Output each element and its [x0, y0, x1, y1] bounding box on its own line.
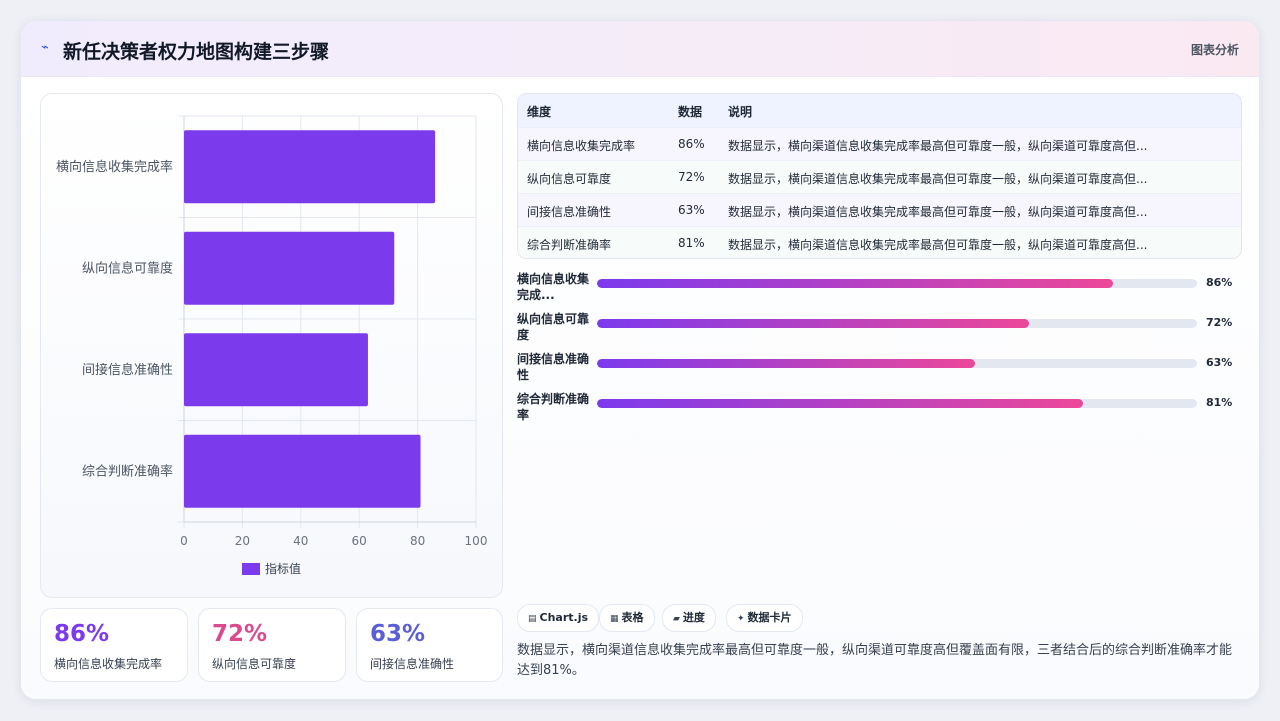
chip-table[interactable]: ▦ 表格 [599, 604, 655, 632]
legend-swatch [242, 563, 260, 575]
chip-progress[interactable]: ▰ 进度 [662, 604, 716, 632]
x-tick-label: 40 [293, 534, 308, 548]
progress-label: 横向信息收集完成... [517, 272, 590, 302]
table-cell: 数据显示，横向渠道信息收集完成率最高但可靠度一般，纵向渠道可靠度高但... [728, 205, 1148, 219]
card-header: ⌁ 新任决策者权力地图构建三步骤 图表分析 [21, 21, 1259, 77]
table-cell: 间接信息准确性 [527, 205, 612, 219]
x-tick-label: 60 [352, 534, 367, 548]
table-header-cell: 维度 [527, 105, 552, 119]
legend-label: 指标值 [265, 561, 301, 576]
table-cell: 纵向信息可靠度 [527, 172, 612, 186]
table-cell: 81% [678, 236, 705, 250]
x-tick-label: 100 [465, 534, 488, 548]
chip-label: 进度 [682, 611, 705, 624]
stat-value: 72% [212, 621, 268, 647]
progress-label: 纵向信息可靠度 [517, 312, 590, 342]
bar [184, 434, 421, 508]
table-cell: 数据显示，横向渠道信息收集完成率最高但可靠度一般，纵向渠道可靠度高但... [728, 238, 1148, 252]
stat-card-0: 86% 横向信息收集完成率 [40, 608, 188, 682]
stat-label: 横向信息收集完成率 [54, 657, 163, 671]
progress-row: 纵向信息可靠度 72% [517, 311, 1240, 347]
table-row: 间接信息准确性 63% 数据显示，横向渠道信息收集完成率最高但可靠度一般，纵向渠… [518, 193, 1241, 227]
progress-value: 63% [1206, 356, 1233, 369]
y-tick-label: 横向信息收集完成率 [56, 159, 173, 175]
progress-row: 间接信息准确性 63% [517, 351, 1240, 387]
progress-label: 综合判断准确率 [517, 392, 590, 422]
progress-icon: ▰ [673, 614, 680, 624]
table-row: 横向信息收集完成率 86% 数据显示，横向渠道信息收集完成率最高但可靠度一般，纵… [518, 127, 1241, 161]
table-header-cell: 数据 [678, 105, 703, 119]
chip-chartjs[interactable]: ▤ Chart.js [517, 604, 600, 632]
progress-row: 综合判断准确率 81% [517, 391, 1240, 427]
progress-row: 横向信息收集完成... 86% [517, 271, 1240, 307]
progress-track [597, 279, 1197, 288]
chip-label: 数据卡片 [747, 611, 792, 624]
dashboard-card: ⌁ 新任决策者权力地图构建三步骤 图表分析 0 20 40 60 80 100 横向信息收集… [20, 20, 1260, 700]
progress-value: 86% [1206, 276, 1233, 289]
y-tick-label: 综合判断准确率 [82, 463, 173, 479]
y-tick-label: 间接信息准确性 [82, 362, 173, 378]
table-header-row: 维度 数据 说明 [518, 94, 1241, 128]
table-cell: 86% [678, 137, 705, 151]
bar [184, 333, 368, 407]
table-header-cell: 说明 [728, 105, 753, 119]
pulse-icon: ⌁ [41, 40, 49, 55]
stat-value: 63% [370, 621, 426, 647]
progress-track [597, 359, 1197, 368]
progress-value: 81% [1206, 396, 1233, 409]
table-row: 综合判断准确率 81% 数据显示，横向渠道信息收集完成率最高但可靠度一般，纵向渠… [518, 226, 1241, 258]
y-tick-label: 纵向信息可靠度 [82, 260, 173, 276]
stat-value: 86% [54, 621, 110, 647]
chart-analysis-button[interactable]: 图表分析 [1191, 41, 1239, 58]
bar [184, 130, 436, 204]
stat-card-1: 72% 纵向信息可靠度 [198, 608, 346, 682]
chart-icon: ▤ [528, 614, 537, 624]
chip-data-cards[interactable]: ✦ 数据卡片 [726, 604, 803, 632]
progress-fill [597, 319, 1029, 328]
summary-text: 数据显示，横向渠道信息收集完成率最高但可靠度一般，纵向渠道可靠度高但覆盖面有限，… [517, 643, 1233, 678]
bar-chart: 0 20 40 60 80 100 横向信息收集完成率纵向信息可靠度间接信息准确性综合判断准… [56, 115, 488, 576]
chip-label: 表格 [621, 611, 644, 624]
progress-fill [597, 279, 1113, 288]
stat-card-2: 63% 间接信息准确性 [356, 608, 503, 682]
bar-chart-panel: 0 20 40 60 80 100 横向信息收集完成率纵向信息可靠度 间接信息准确性 综合判断准… [40, 93, 503, 598]
stat-label: 间接信息准确性 [370, 657, 455, 671]
table-cell: 数据显示，横向渠道信息收集完成率最高但可靠度一般，纵向渠道可靠度高但... [728, 139, 1148, 153]
table-cell: 横向信息收集完成率 [527, 139, 636, 153]
table-icon: ▦ [610, 614, 619, 624]
x-tick-label: 80 [410, 534, 425, 548]
table-cell: 63% [678, 203, 705, 217]
table-cell: 综合判断准确率 [527, 238, 612, 252]
data-table: 维度 数据 说明 横向信息收集完成率 86% 数据显示，横向渠道信息收集完成率最… [517, 93, 1242, 259]
progress-track [597, 399, 1197, 408]
page-title: 新任决策者权力地图构建三步骤 [63, 41, 330, 63]
x-tick-label: 0 [180, 534, 188, 548]
progress-fill [597, 359, 975, 368]
progress-fill [597, 399, 1083, 408]
table-row: 纵向信息可靠度 72% 数据显示，横向渠道信息收集完成率最高但可靠度一般，纵向渠… [518, 160, 1241, 194]
x-tick-label: 20 [235, 534, 250, 548]
sparkle-icon: ✦ [737, 614, 745, 624]
progress-track [597, 319, 1197, 328]
progress-label: 间接信息准确性 [517, 352, 590, 382]
stat-label: 纵向信息可靠度 [212, 657, 297, 671]
bar [184, 231, 395, 305]
table-cell: 72% [678, 170, 705, 184]
table-cell: 数据显示，横向渠道信息收集完成率最高但可靠度一般，纵向渠道可靠度高但... [728, 172, 1148, 186]
progress-value: 72% [1206, 316, 1233, 329]
chip-label: Chart.js [539, 611, 589, 624]
